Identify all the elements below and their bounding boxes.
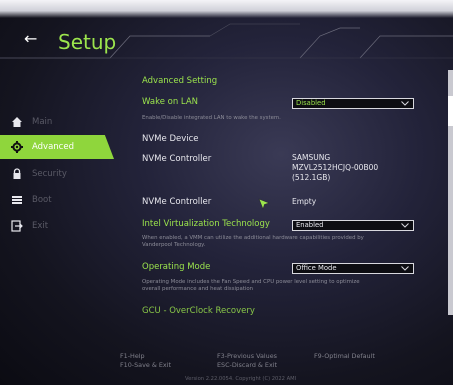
nvme-controller-2-label: NVMe Controller xyxy=(142,197,212,207)
home-icon xyxy=(10,115,24,129)
operating-mode-description-2: overall performance and heat dissipation xyxy=(142,286,254,292)
virtualization-description-1: When enabled, a VMM can utilize the addi… xyxy=(142,235,364,241)
nav-item-main[interactable]: Main xyxy=(0,110,95,134)
nvme-controller-1-size: (512.1GB) xyxy=(292,173,331,182)
page-title: Setup xyxy=(58,30,117,54)
chevron-down-icon xyxy=(401,266,409,271)
chevron-down-icon xyxy=(401,101,409,106)
nav-item-advanced[interactable]: Advanced xyxy=(0,135,114,159)
wake-on-lan-select[interactable]: Disabled xyxy=(292,98,414,109)
section-title: Advanced Setting xyxy=(142,76,218,86)
operating-mode-description-1: Operating Mode includes the Fan Speed an… xyxy=(142,279,360,285)
virtualization-select[interactable]: Enabled xyxy=(292,220,414,231)
nav-label-advanced: Advanced xyxy=(32,142,74,152)
operating-mode-select[interactable]: Office Mode xyxy=(292,263,414,274)
footer-f1-help: F1-Help xyxy=(120,352,145,360)
nav-label-boot: Boot xyxy=(32,195,52,205)
bios-setup-screen: ← Setup Main Advanced Security Boot Exit… xyxy=(0,0,453,385)
footer-f9-optimal-default: F9-Optimal Default xyxy=(314,352,375,360)
virtualization-value: Enabled xyxy=(296,221,324,229)
scrollbar-thumb[interactable] xyxy=(448,96,453,126)
nvme-controller-1-model: MZVL2512HCJQ-00B00 xyxy=(292,163,379,172)
nav-item-security[interactable]: Security xyxy=(0,162,95,186)
chevron-down-icon xyxy=(401,223,409,228)
lock-icon xyxy=(10,167,24,181)
operating-mode-label[interactable]: Operating Mode xyxy=(142,262,210,272)
footer-f10-save-exit: F10-Save & Exit xyxy=(120,361,171,369)
nav-label-exit: Exit xyxy=(32,221,49,231)
gear-icon xyxy=(10,140,24,154)
nvme-controller-2-value: Empty xyxy=(292,197,317,206)
mouse-cursor-icon xyxy=(258,198,270,210)
wake-on-lan-value: Disabled xyxy=(296,99,326,107)
virtualization-label[interactable]: Intel Virtualization Technology xyxy=(142,219,270,229)
wake-on-lan-label[interactable]: Wake on LAN xyxy=(142,97,198,107)
footer-f3-previous-values: F3-Previous Values xyxy=(217,352,277,360)
nav-label-security: Security xyxy=(32,169,67,179)
gcu-overclock-recovery-label[interactable]: GCU - OverClock Recovery xyxy=(142,306,255,316)
back-arrow-icon[interactable]: ← xyxy=(24,29,37,48)
nvme-controller-1-vendor: SAMSUNG xyxy=(292,153,331,162)
operating-mode-value: Office Mode xyxy=(296,264,337,272)
virtualization-description-2: Vanderpool Technology. xyxy=(142,242,206,248)
nav-item-exit[interactable]: Exit xyxy=(0,214,95,238)
wake-on-lan-description: Enable/Disable integrated LAN to wake th… xyxy=(142,115,281,121)
exit-icon xyxy=(10,219,24,233)
version-copyright: Version 2.22.0054. Copyright (C) 2022 AM… xyxy=(185,376,297,382)
nvme-controller-1-label: NVMe Controller xyxy=(142,154,212,164)
nav-label-main: Main xyxy=(32,117,53,127)
boot-icon xyxy=(10,193,24,207)
nav-item-boot[interactable]: Boot xyxy=(0,188,95,212)
footer-esc-discard-exit: ESC-Discard & Exit xyxy=(217,361,278,369)
nvme-device-label: NVMe Device xyxy=(142,134,199,144)
header-decoration xyxy=(0,23,453,59)
